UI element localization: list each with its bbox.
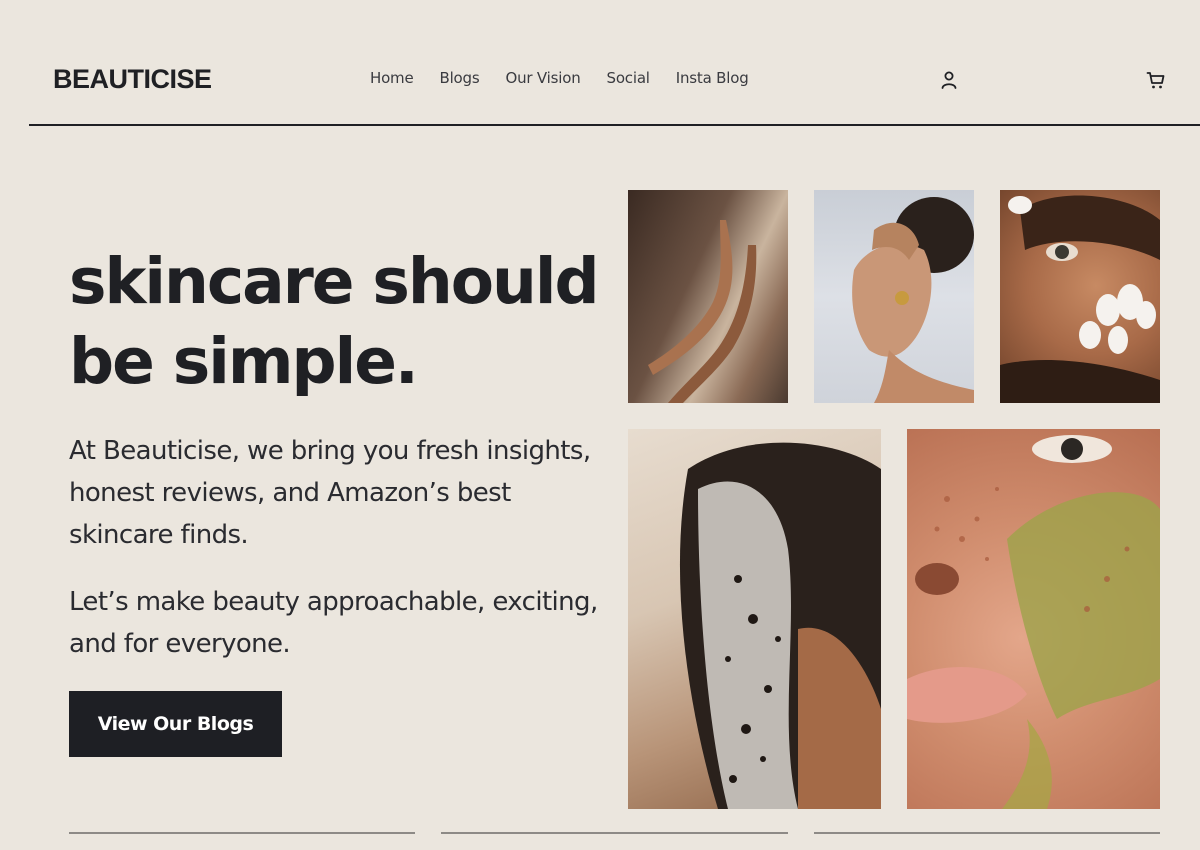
photo-man-face-cream	[1000, 190, 1160, 403]
photo-hair-wash	[628, 429, 881, 809]
cart-icon[interactable]	[1146, 70, 1166, 90]
photo-legs	[628, 190, 788, 403]
nav-item-insta-blog[interactable]: Insta Blog	[676, 69, 749, 87]
photo-woman-earring	[814, 190, 974, 403]
site-header: BEAUTICISE Home Blogs Our Vision Social …	[29, 0, 1200, 126]
user-icon[interactable]	[940, 70, 958, 90]
nav-item-social[interactable]: Social	[607, 69, 650, 87]
divider-2	[441, 832, 788, 834]
nav-item-blogs[interactable]: Blogs	[440, 69, 480, 87]
photo-freckled-face-oil	[907, 429, 1160, 809]
hero-paragraph-mission: Let’s make beauty approachable, exciting…	[69, 587, 598, 659]
nav-item-our-vision[interactable]: Our Vision	[505, 69, 580, 87]
view-blogs-button[interactable]: View Our Blogs	[69, 691, 282, 757]
brand-logo[interactable]: BEAUTICISE	[53, 64, 212, 95]
divider-1	[69, 832, 415, 834]
hero-paragraph-intro: At Beauticise, we bring you fresh insigh…	[69, 436, 591, 550]
divider-3	[814, 832, 1160, 834]
main-nav: Home Blogs Our Vision Social Insta Blog	[370, 69, 749, 87]
nav-item-home[interactable]: Home	[370, 69, 414, 87]
hero-title-line2: be simple.	[69, 325, 419, 398]
hero-title-line1: skincare should	[69, 245, 600, 318]
hero-title: skincare should be simple.	[69, 242, 609, 402]
